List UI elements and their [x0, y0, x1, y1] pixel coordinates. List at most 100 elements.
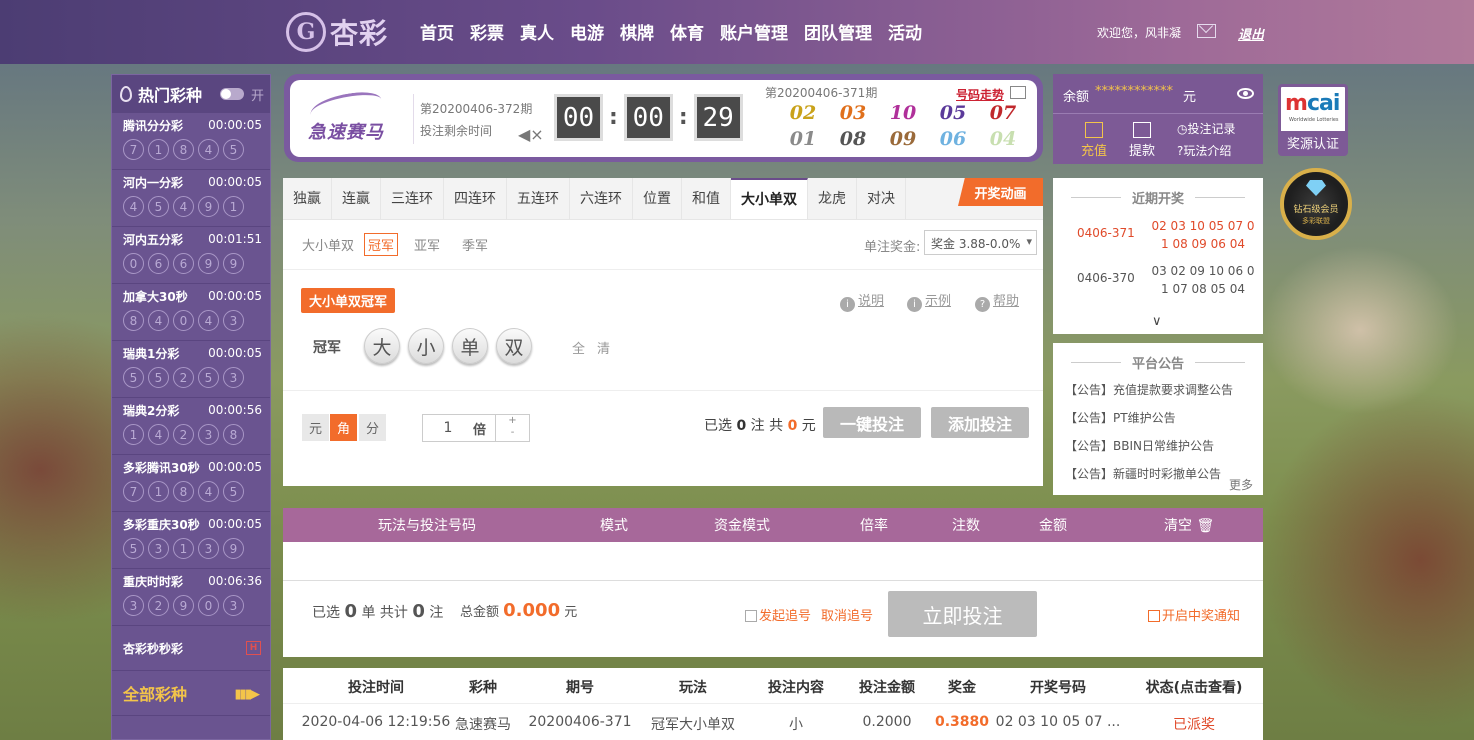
announce-item[interactable]: 【公告】PT维护公告 — [1065, 409, 1176, 426]
sub-tab[interactable]: 大小单双 — [302, 235, 354, 254]
sidebar-game-item[interactable]: 腾讯分分彩 00:00:05 71845 — [112, 113, 270, 170]
cart-count: 0 — [344, 601, 357, 622]
all-games-link[interactable]: 全部彩种 ▮▮▮▶ — [112, 671, 270, 716]
prize-select[interactable]: 奖金 3.88-0.0% — [924, 230, 1037, 255]
announce-item[interactable]: 【公告】新疆时时彩撤单公告 — [1065, 465, 1221, 482]
help-example[interactable]: i 示例 — [907, 290, 951, 312]
recent-title: 近期开奖 — [1053, 178, 1263, 207]
sidebar-game-item[interactable]: 多彩腾讯30秒 00:00:05 71845 — [112, 455, 270, 512]
multiplier-stepper[interactable]: + - — [495, 415, 529, 441]
announce-item[interactable]: 【公告】BBIN日常维护公告 — [1065, 437, 1214, 454]
nav-events[interactable]: 活动 — [888, 19, 922, 44]
tab-play[interactable]: 三连环 — [381, 178, 444, 219]
mail-icon[interactable] — [1197, 24, 1216, 38]
chart-icon[interactable] — [1010, 86, 1026, 99]
choice-big[interactable]: 大 — [364, 328, 400, 364]
nav-sports[interactable]: 体育 — [670, 19, 704, 44]
more-link[interactable]: 更多 — [1224, 476, 1253, 493]
table-row[interactable]: 2020-04-06 12:19:56 急速赛马 20200406-371 冠军… — [283, 703, 1263, 740]
cancel-chase-link[interactable]: 取消追号 — [821, 605, 873, 624]
unit-yuan[interactable]: 元 — [302, 414, 329, 441]
cart-list — [283, 542, 1263, 581]
sidebar-game-item[interactable]: 重庆时时彩 00:06:36 32903 — [112, 569, 270, 626]
chase-checkbox[interactable]: 发起追号 — [745, 605, 811, 624]
nav-home[interactable]: 首页 — [420, 19, 454, 44]
nav-lottery[interactable]: 彩票 — [470, 19, 504, 44]
position-label: 冠军 — [313, 340, 341, 356]
sub-tabs: 大小单双 冠军 亚军 季军 单注奖金: 奖金 3.88-0.0% — [283, 220, 1043, 270]
announce-item[interactable]: 【公告】充值提款要求调整公告 — [1065, 381, 1233, 398]
result-ball: 1 — [148, 139, 169, 160]
nav-team[interactable]: 团队管理 — [804, 19, 872, 44]
result-balls: 55253 — [123, 367, 262, 388]
tab-play[interactable]: 四连环 — [444, 178, 507, 219]
unit-fen[interactable]: 分 — [359, 414, 386, 441]
multiplier-value[interactable]: 1 — [423, 420, 473, 436]
game-countdown: 00:00:05 — [208, 118, 262, 132]
sidebar-item-miaomiao[interactable]: 杏彩秒秒彩 H — [112, 626, 270, 671]
withdraw-button[interactable]: 提款 — [1129, 122, 1155, 159]
cart-header: 玩法与投注号码 模式 资金模式 倍率 注数 金额 清空 🗑 — [283, 508, 1263, 542]
win-notify-checkbox[interactable]: 开启中奖通知 — [1148, 605, 1240, 624]
result-ball: 9 — [223, 538, 244, 559]
chevron-down-icon[interactable]: ∨ — [1152, 314, 1162, 329]
help-help[interactable]: ? 帮助 — [975, 290, 1019, 312]
sidebar-game-item[interactable]: 河内五分彩 00:01:51 06699 — [112, 227, 270, 284]
select-all-clear[interactable]: 全清 — [572, 338, 622, 357]
choice-small[interactable]: 小 — [408, 328, 444, 364]
toggle-label: 开 — [251, 89, 265, 104]
nav-cards[interactable]: 棋牌 — [620, 19, 654, 44]
mcai-cert-badge[interactable]: mcai Worldwide Lotteries 奖源认证 — [1278, 84, 1348, 156]
sidebar-game-item[interactable]: 加拿大30秒 00:00:05 84043 — [112, 284, 270, 341]
tab-play[interactable]: 和值 — [682, 178, 731, 219]
logout-link[interactable]: 退出 — [1238, 24, 1264, 43]
nav-account[interactable]: 账户管理 — [720, 19, 788, 44]
tab-play[interactable]: 龙虎 — [808, 178, 857, 219]
trend-link[interactable]: 号码走势 — [956, 86, 1004, 103]
tab-play[interactable]: 独赢 — [283, 178, 332, 219]
add-bet-button[interactable]: 添加投注 — [931, 407, 1029, 438]
result-ball: 5 — [148, 367, 169, 388]
sub-tab[interactable]: 冠军 — [364, 233, 399, 256]
multiplier-input[interactable]: 1 倍 + - — [422, 414, 530, 442]
col-bet-time: 投注时间 — [348, 680, 404, 696]
sidebar-title: 热门彩种 — [138, 86, 203, 105]
sub-tab[interactable]: 亚军 — [414, 235, 440, 254]
mute-icon[interactable]: ◀× — [518, 125, 544, 144]
tab-play[interactable]: 五连环 — [507, 178, 570, 219]
draw-number: 07 — [989, 102, 1017, 124]
timer-seconds: 29 — [693, 94, 743, 141]
tab-play[interactable]: 大小单双 — [731, 178, 808, 219]
sidebar-game-item[interactable]: 多彩重庆30秒 00:00:05 53139 — [112, 512, 270, 569]
site-logo[interactable]: G 杏彩 — [286, 12, 388, 52]
buy-now-button[interactable]: 立即投注 — [888, 591, 1037, 637]
timer-hours: 00 — [554, 94, 603, 141]
choice-odd[interactable]: 单 — [452, 328, 488, 364]
tab-play[interactable]: 位置 — [633, 178, 682, 219]
sidebar-game-item[interactable]: 瑞典2分彩 00:00:56 14238 — [112, 398, 270, 455]
result-ball: 3 — [148, 538, 169, 559]
cart-bets: 0 — [412, 601, 425, 622]
bet-record-link[interactable]: ◷投注记录 — [1177, 118, 1235, 140]
sidebar-toggle[interactable] — [220, 88, 244, 100]
sidebar-game-item[interactable]: 河内一分彩 00:00:05 45491 — [112, 170, 270, 227]
recharge-button[interactable]: 充值 — [1081, 122, 1107, 159]
result-ball: 8 — [173, 481, 194, 502]
nav-live[interactable]: 真人 — [520, 19, 554, 44]
sub-tab[interactable]: 季军 — [462, 235, 488, 254]
choice-even[interactable]: 双 — [496, 328, 532, 364]
result-ball: 0 — [123, 253, 144, 274]
play-intro-link[interactable]: ?玩法介绍 — [1177, 140, 1235, 162]
tab-play[interactable]: 六连环 — [570, 178, 633, 219]
nav-slots[interactable]: 电游 — [570, 19, 604, 44]
animation-button[interactable]: 开奖动画 — [958, 178, 1043, 206]
sidebar-game-item[interactable]: 瑞典1分彩 00:00:05 55253 — [112, 341, 270, 398]
clear-cart-button[interactable]: 清空 🗑 — [1164, 515, 1214, 535]
quick-bet-button[interactable]: 一键投注 — [823, 407, 921, 438]
tab-play[interactable]: 对决 — [857, 178, 906, 219]
help-explain[interactable]: i 说明 — [840, 290, 884, 312]
cell-status[interactable]: 已派奖 — [1173, 714, 1215, 734]
tab-play[interactable]: 连赢 — [332, 178, 381, 219]
unit-jiao[interactable]: 角 — [330, 414, 357, 441]
eye-icon[interactable] — [1237, 88, 1254, 99]
